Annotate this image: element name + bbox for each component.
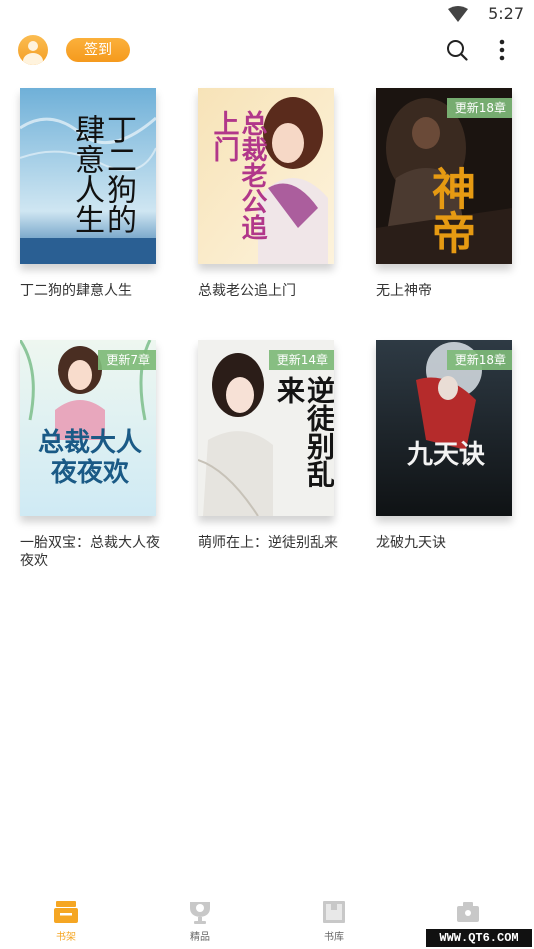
book-title: 无上神帝: [376, 283, 432, 299]
cover-title: 神帝: [424, 166, 475, 254]
cover-title: 九天诀: [406, 440, 485, 470]
book-cover[interactable]: 总裁老公追上门: [198, 88, 334, 264]
cover-title: 逆徒别乱来: [273, 376, 334, 488]
book-item[interactable]: 逆徒别乱来 更新14章 萌师在上：逆徒别乱来: [198, 340, 338, 552]
library-icon: [323, 901, 345, 923]
nav-tab-bookshelf[interactable]: 书架: [26, 894, 106, 943]
update-badge: 更新7章: [98, 350, 156, 370]
bookshelf-icon: [54, 901, 78, 923]
book-cover[interactable]: 神帝 更新18章: [376, 88, 512, 264]
nav-tab-profile[interactable]: [428, 894, 508, 928]
book-item[interactable]: 总裁老公追上门 总裁老公追上门: [198, 88, 334, 300]
book-item[interactable]: 神帝 更新18章 无上神帝: [376, 88, 512, 300]
wifi-icon: [448, 6, 468, 22]
book-cover[interactable]: 丁二狗的肆意人生 丁二狗的肆意人生: [20, 88, 156, 264]
app-header: 签到: [0, 28, 534, 72]
signin-button[interactable]: 签到: [66, 38, 130, 62]
book-title: 龙破九天诀: [376, 535, 446, 551]
nav-label: 精品: [190, 932, 210, 943]
book-cover[interactable]: 逆徒别乱来 更新14章: [198, 340, 334, 516]
profile-icon: [457, 902, 479, 922]
nav-tab-library[interactable]: 书库: [294, 894, 374, 943]
book-cover[interactable]: 总裁大人夜夜欢 更新7章: [20, 340, 156, 516]
book-item[interactable]: 总裁大人夜夜欢 更新7章 一胎双宝：总裁大人夜夜欢: [20, 340, 160, 570]
update-badge: 更新14章: [268, 350, 334, 370]
book-item[interactable]: 九天诀 更新18章 龙破九天诀: [376, 340, 512, 552]
cover-title: 总裁大人夜夜欢: [37, 428, 142, 488]
trophy-icon: [190, 902, 210, 924]
nav-tab-featured[interactable]: 精品: [160, 894, 240, 943]
watermark: WWW.QT6.COM: [426, 929, 532, 947]
cover-title: 丁二狗的肆意人生: [69, 114, 136, 234]
book-title: 总裁老公追上门: [198, 283, 296, 299]
book-cover[interactable]: 九天诀 更新18章: [376, 340, 512, 516]
book-title: 萌师在上：逆徒别乱来: [198, 535, 338, 551]
search-icon[interactable]: [446, 39, 468, 61]
book-title: 丁二狗的肆意人生: [20, 283, 132, 299]
avatar[interactable]: [18, 35, 48, 65]
cover-title: 总裁老公追上门: [209, 110, 267, 240]
nav-label: 书架: [56, 932, 76, 943]
update-badge: 更新18章: [446, 98, 512, 118]
nav-label: 书库: [324, 932, 344, 943]
book-item[interactable]: 丁二狗的肆意人生 丁二狗的肆意人生 丁二狗的肆意人生: [20, 88, 156, 300]
status-bar: 5:27: [0, 0, 534, 28]
more-icon[interactable]: [498, 39, 506, 61]
book-title: 一胎双宝：总裁大人夜夜欢: [20, 535, 160, 569]
update-badge: 更新18章: [446, 350, 512, 370]
status-time: 5:27: [488, 4, 524, 23]
